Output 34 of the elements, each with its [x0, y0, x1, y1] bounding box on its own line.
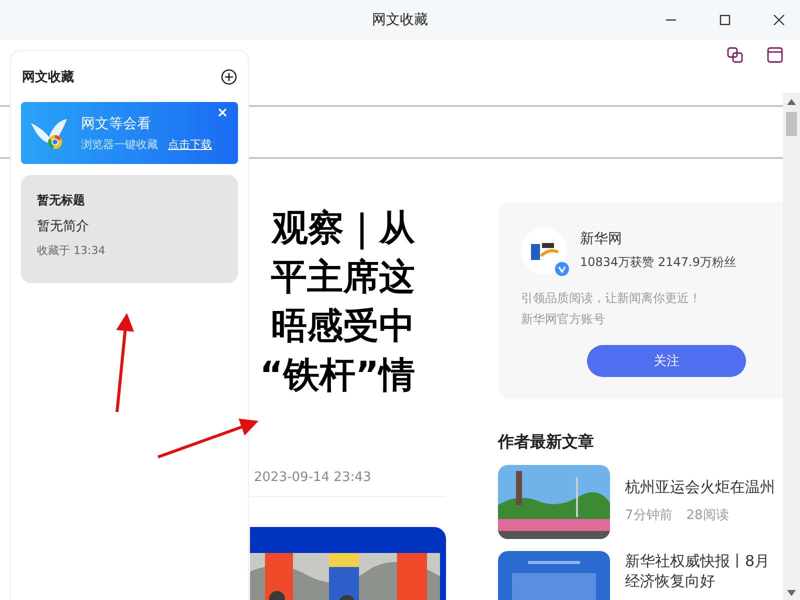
- author-description: 引领品质阅读，让新闻离你更近！: [521, 290, 702, 307]
- article-title[interactable]: 经济恢复向好: [625, 571, 770, 591]
- maximize-icon[interactable]: [719, 14, 731, 26]
- headline-text: 平主席这: [270, 256, 415, 300]
- headline-text: 观察｜从: [270, 207, 415, 252]
- read-count: 28阅读: [686, 507, 729, 524]
- scroll-down-icon[interactable]: [787, 590, 796, 596]
- article-title[interactable]: 新华社权威快报丨8月: [625, 551, 770, 571]
- author-name: 新华网: [580, 230, 623, 248]
- article-title[interactable]: 杭州亚运会火炬在温州: [625, 477, 775, 497]
- author-stats: 10834万获赞 2147.9万粉丝: [580, 254, 736, 271]
- saved-item-card[interactable]: 暂无标题 暂无简介 收藏于 13:34: [21, 175, 238, 283]
- copy-icon[interactable]: [727, 47, 743, 63]
- follow-button[interactable]: 关注: [587, 345, 746, 377]
- window-title: 网文收藏: [372, 11, 428, 29]
- promo-title: 网文等会看: [81, 114, 152, 132]
- saved-item-title: 暂无标题: [37, 192, 86, 209]
- scroll-thumb[interactable]: [786, 112, 797, 136]
- sidebar-title: 网文收藏: [22, 68, 74, 86]
- close-icon[interactable]: [773, 14, 785, 26]
- scroll-up-icon[interactable]: [787, 99, 796, 105]
- saved-item-summary: 暂无简介: [37, 218, 90, 235]
- section-heading: 作者最新文章: [498, 432, 595, 453]
- add-icon[interactable]: [221, 69, 237, 85]
- headline-text: 晤感受中: [270, 305, 415, 349]
- article-time: 7分钟前: [625, 507, 672, 524]
- headline-text: “铁杆”情: [258, 354, 415, 398]
- author-description: 新华网官方账号: [521, 311, 606, 328]
- saved-item-time: 收藏于 13:34: [37, 243, 106, 258]
- scrollbar[interactable]: [783, 93, 800, 600]
- publish-date: 2023-09-14 23:43: [253, 470, 372, 485]
- download-link[interactable]: 点击下载: [168, 136, 212, 152]
- promo-subtitle: 浏览器一键收藏: [81, 136, 158, 152]
- window-icon[interactable]: [767, 47, 783, 63]
